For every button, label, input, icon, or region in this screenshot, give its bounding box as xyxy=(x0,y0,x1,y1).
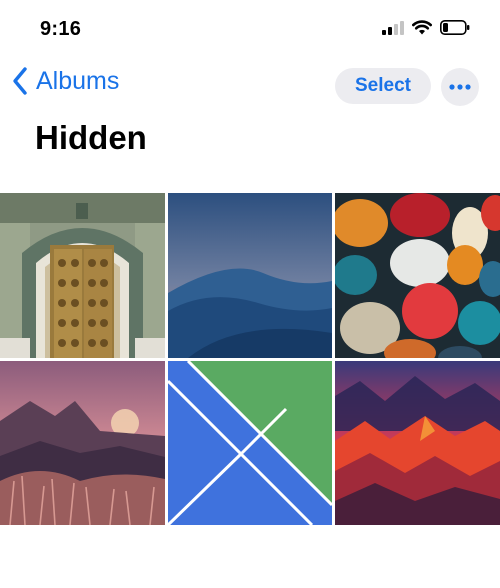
signal-icon xyxy=(382,20,404,35)
back-button[interactable]: Albums xyxy=(12,66,119,96)
blue-dunes-wallpaper[interactable] xyxy=(168,193,332,358)
chevron-left-icon xyxy=(13,67,27,95)
status-icons xyxy=(382,20,470,35)
photo-grid xyxy=(0,193,500,525)
select-button[interactable]: Select xyxy=(335,68,431,104)
colorful-pebbles-wallpaper[interactable] xyxy=(335,193,500,358)
back-label: Albums xyxy=(36,66,120,95)
geometric-blue-green-wallpaper[interactable] xyxy=(168,361,332,525)
battery-icon xyxy=(440,20,470,35)
pink-mountains-photo[interactable] xyxy=(0,361,165,525)
palace-door-photo[interactable] xyxy=(0,193,165,358)
wifi-icon xyxy=(412,20,432,35)
status-bar: 9:16 xyxy=(0,0,500,54)
status-time: 9:16 xyxy=(40,18,82,40)
more-button[interactable] xyxy=(441,68,479,106)
ellipsis-icon xyxy=(449,84,471,90)
navigation-bar: Albums Select xyxy=(0,60,500,112)
red-mountains-wallpaper[interactable] xyxy=(335,361,500,525)
page-title: Hidden xyxy=(35,119,147,156)
